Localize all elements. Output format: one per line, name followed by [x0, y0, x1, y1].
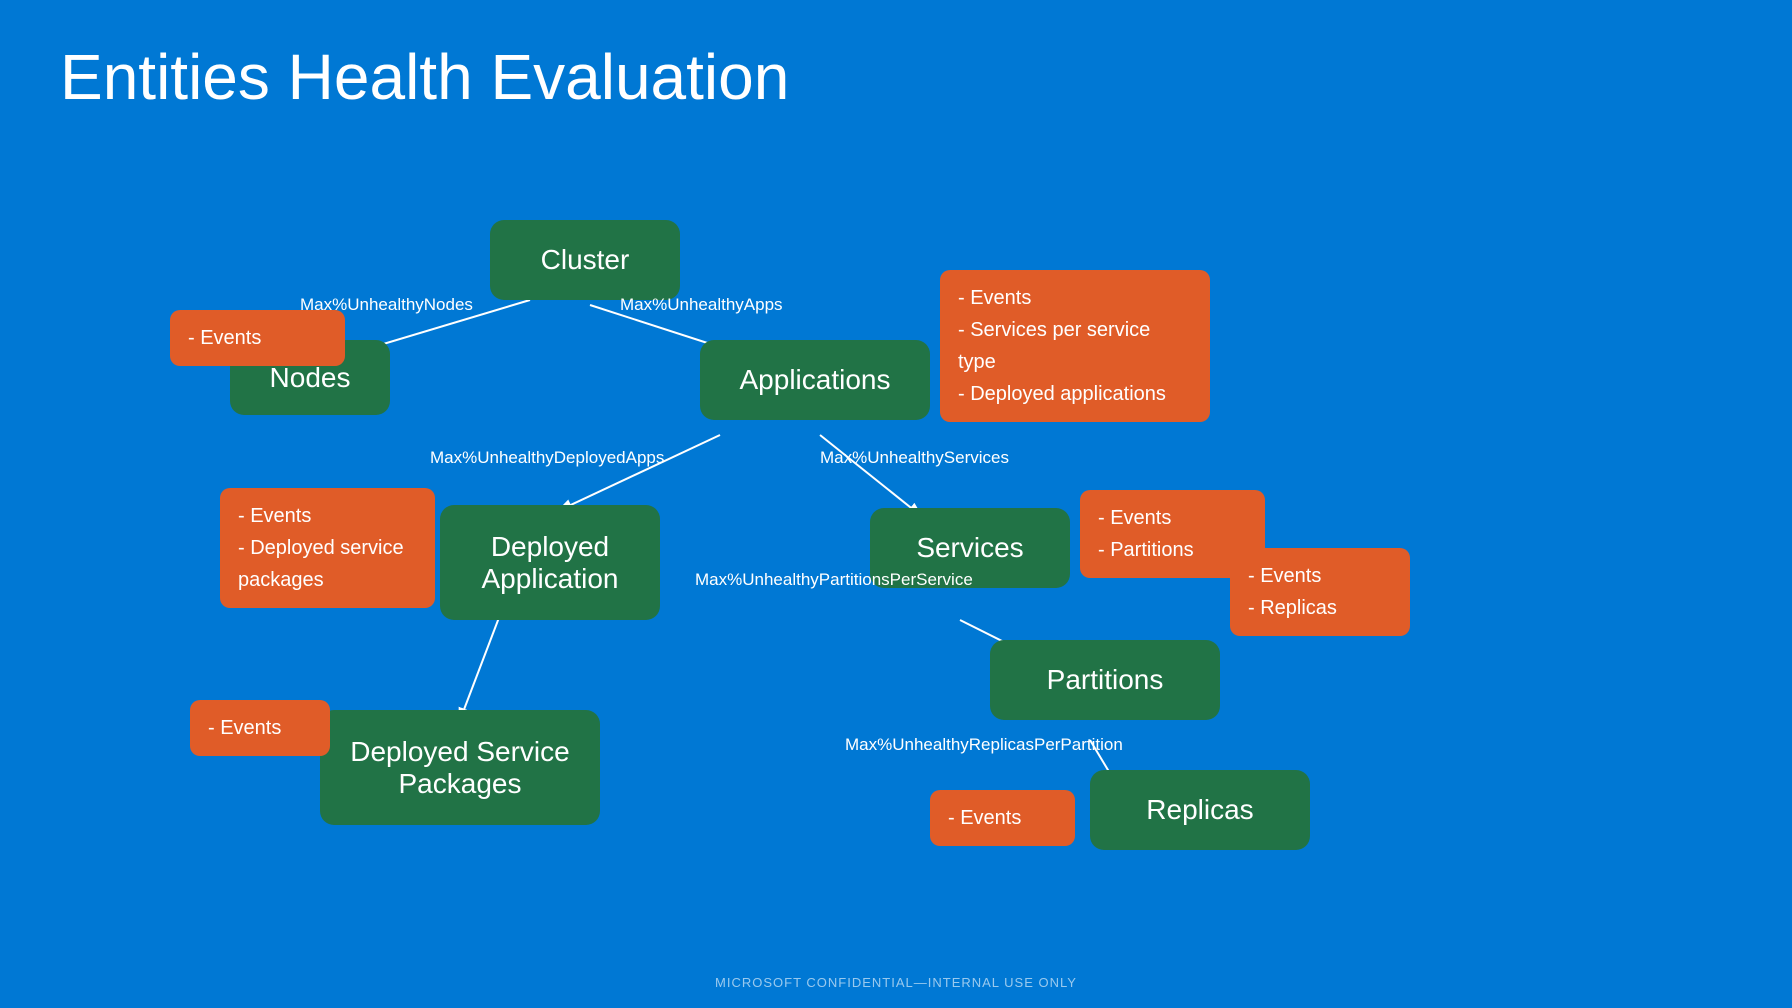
max-unhealthy-replicas-label: Max%UnhealthyReplicasPerPartition	[845, 735, 1123, 755]
deployed-app-events-box: Events Deployed service packages	[220, 488, 435, 608]
footer-text: MICROSOFT CONFIDENTIAL—INTERNAL USE ONLY	[715, 975, 1077, 990]
replicas-events-box: Events	[930, 790, 1075, 846]
max-unhealthy-services-label: Max%UnhealthyServices	[820, 448, 1009, 468]
part-events-item-1: Events	[1248, 560, 1392, 592]
partitions-node: Partitions	[990, 640, 1220, 720]
max-unhealthy-nodes-label: Max%UnhealthyNodes	[300, 295, 473, 315]
dsp-events-list: Events	[208, 712, 312, 744]
nodes-events-list: Events	[188, 322, 327, 354]
dsp-events-item-1: Events	[208, 712, 312, 744]
applications-node: Applications	[700, 340, 930, 420]
services-events-list: Events Partitions	[1098, 502, 1247, 566]
max-unhealthy-partitions-label: Max%UnhealthyPartitionsPerService	[695, 570, 973, 590]
deployed-application-node: Deployed Application	[440, 505, 660, 620]
replicas-events-list: Events	[948, 802, 1057, 834]
deployed-app-events-list: Events Deployed service packages	[238, 500, 417, 596]
cluster-node: Cluster	[490, 220, 680, 300]
nodes-events-box: Events	[170, 310, 345, 366]
deployed-app-to-dsp-line	[460, 615, 500, 720]
rep-events-item-1: Events	[948, 802, 1057, 834]
max-unhealthy-apps-label: Max%UnhealthyApps	[620, 295, 783, 315]
svc-events-item-2: Partitions	[1098, 534, 1247, 566]
dsp-events-box: Events	[190, 700, 330, 756]
page-title: Entities Health Evaluation	[60, 40, 789, 114]
max-unhealthy-deployed-apps-label: Max%UnhealthyDeployedApps	[430, 448, 664, 468]
app-events-item-3: Deployed applications	[958, 378, 1192, 410]
partitions-events-box: Events Replicas	[1230, 548, 1410, 636]
applications-events-box: Events Services per service type Deploye…	[940, 270, 1210, 422]
part-events-item-2: Replicas	[1248, 592, 1392, 624]
deployed-service-packages-node: Deployed Service Packages	[320, 710, 600, 825]
partitions-events-list: Events Replicas	[1248, 560, 1392, 624]
app-events-item-1: Events	[958, 282, 1192, 314]
app-events-item-2: Services per service type	[958, 314, 1192, 378]
applications-to-deployed-app-line	[560, 435, 720, 510]
applications-to-services-line	[820, 435, 920, 515]
da-events-item-2: Deployed service packages	[238, 532, 417, 596]
nodes-events-item-1: Events	[188, 322, 327, 354]
applications-events-list: Events Services per service type Deploye…	[958, 282, 1192, 410]
replicas-node: Replicas	[1090, 770, 1310, 850]
svc-events-item-1: Events	[1098, 502, 1247, 534]
da-events-item-1: Events	[238, 500, 417, 532]
